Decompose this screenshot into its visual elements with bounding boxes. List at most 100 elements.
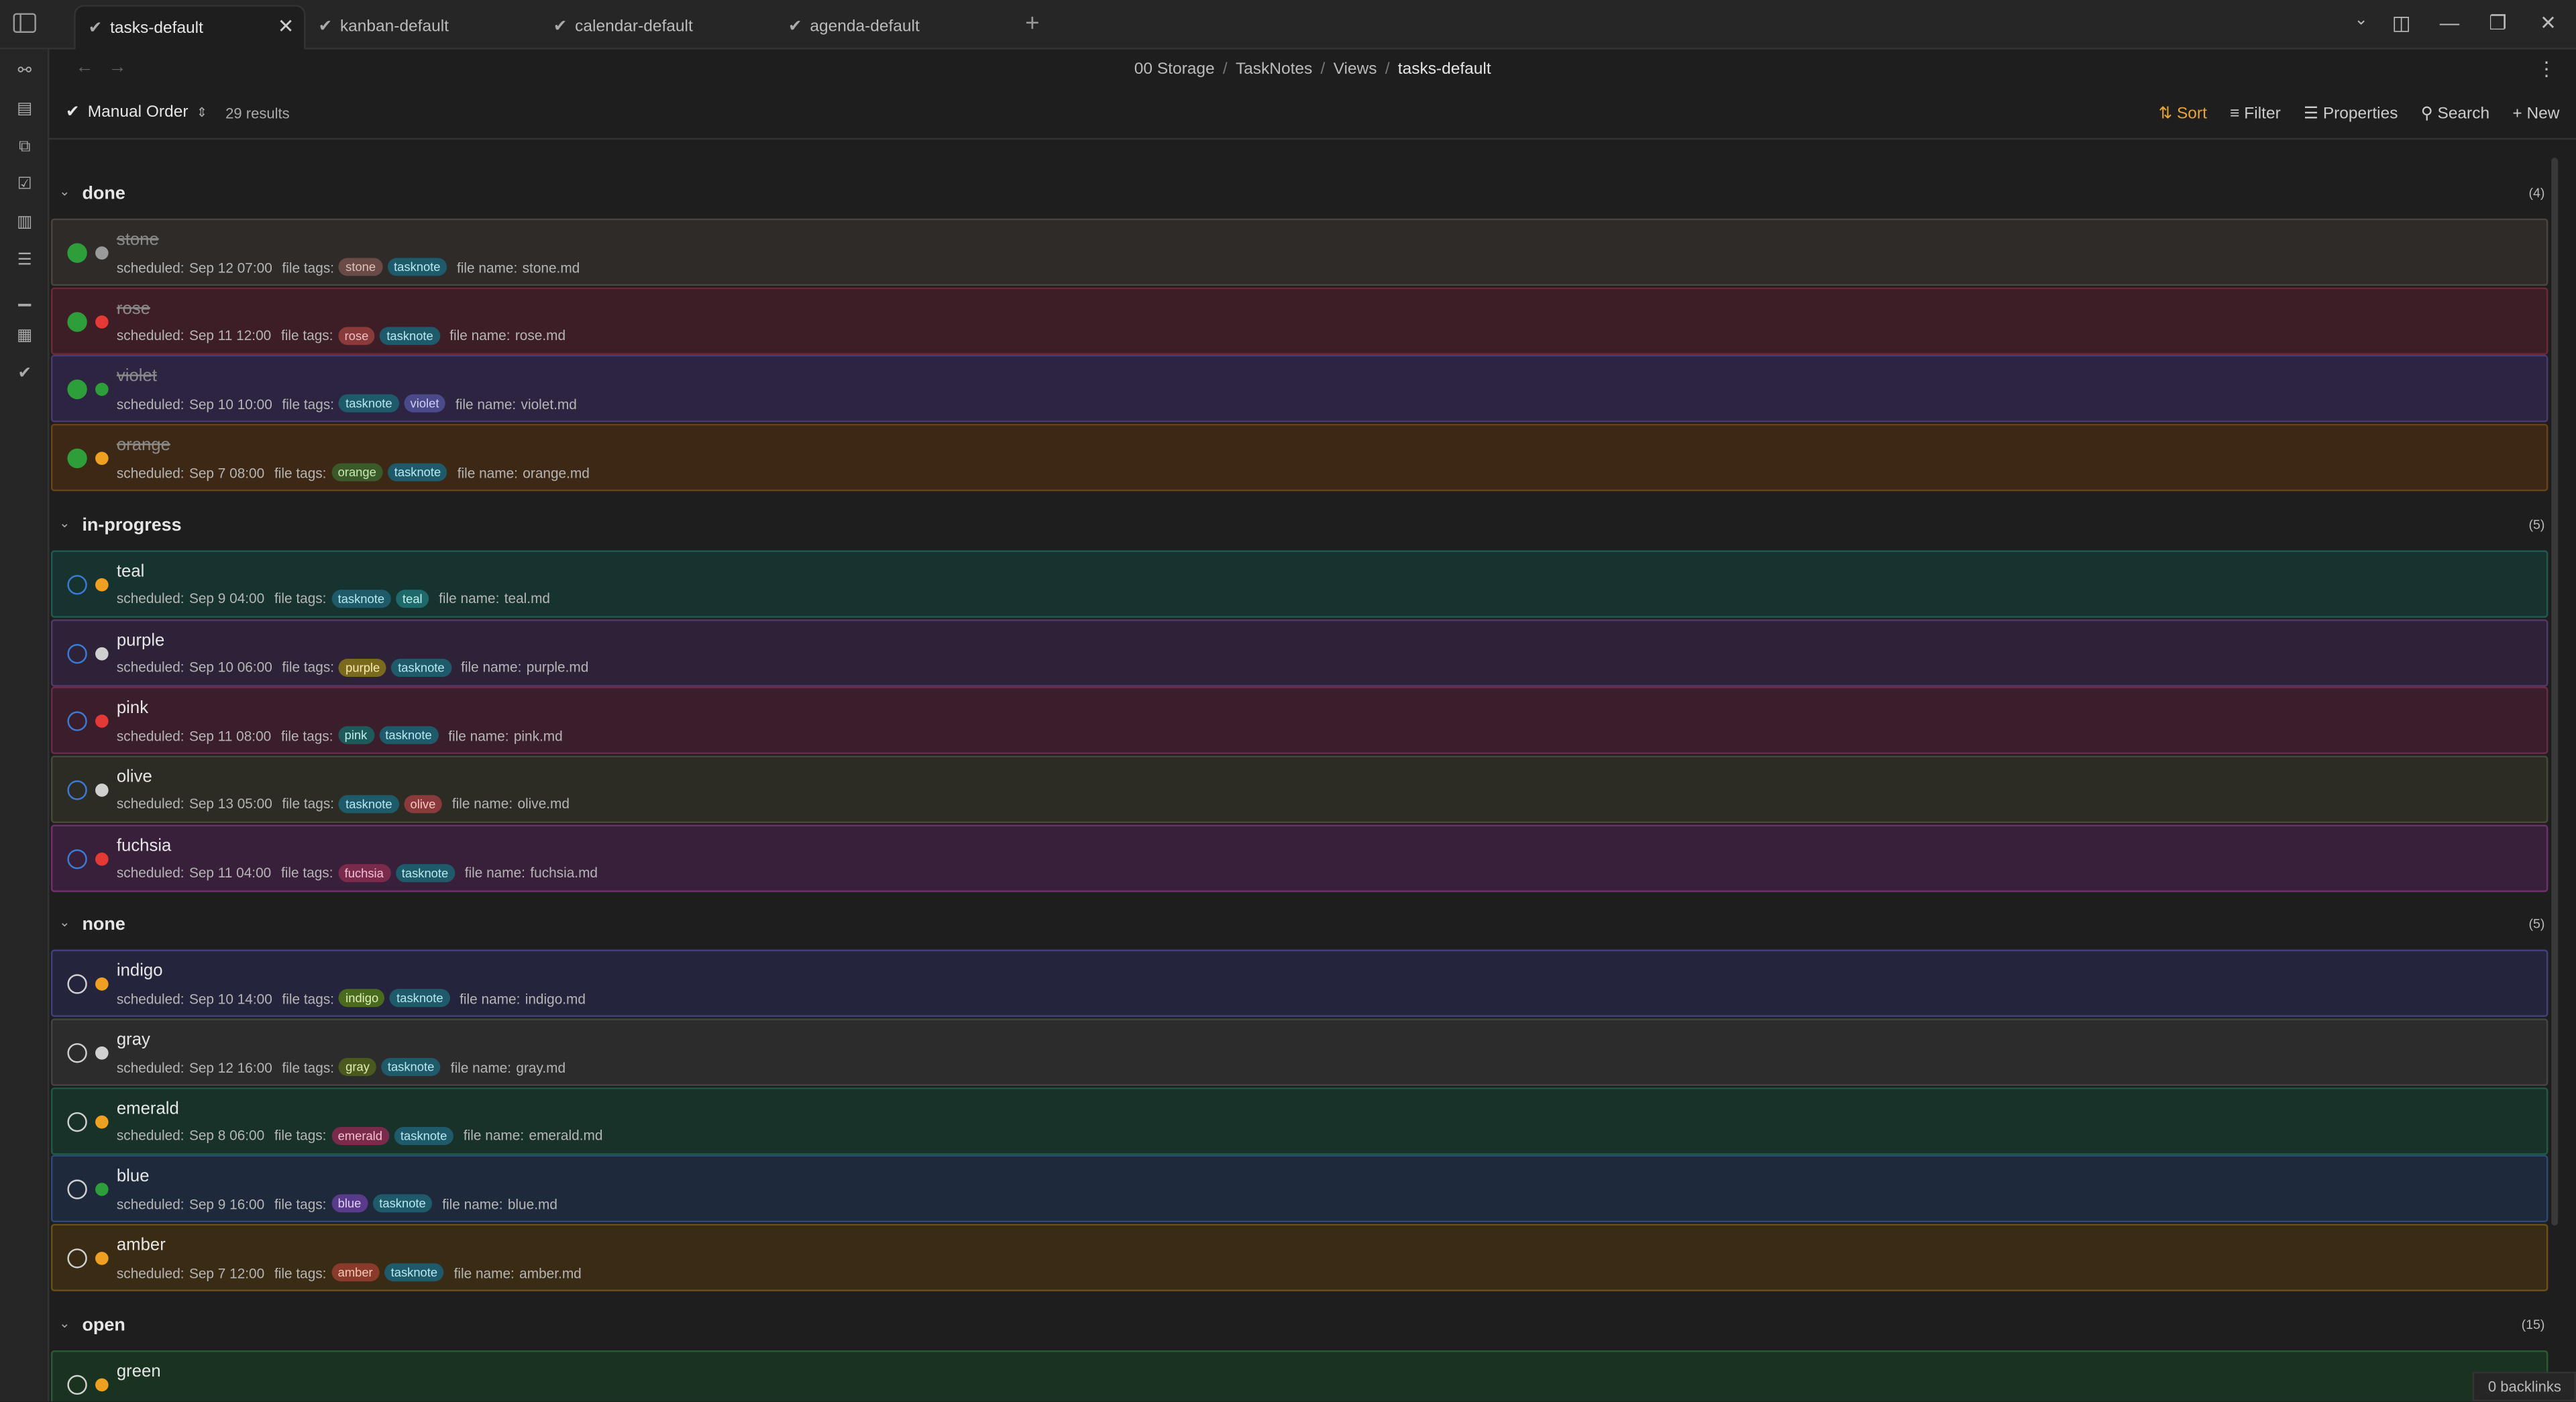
status-toggle[interactable] xyxy=(67,1248,87,1269)
tag-badge[interactable]: pink xyxy=(337,726,374,745)
tag-badge[interactable]: tasknote xyxy=(387,463,448,482)
tag-badge[interactable]: tasknote xyxy=(372,1195,433,1214)
tasknotes-icon[interactable]: ✔ xyxy=(15,365,34,384)
breadcrumb-item[interactable]: TaskNotes xyxy=(1236,61,1312,79)
tag-badge[interactable]: amber xyxy=(331,1263,380,1282)
priority-dot[interactable] xyxy=(95,246,109,260)
properties-button[interactable]: ☰ Properties xyxy=(2304,105,2398,123)
tag-badge[interactable]: violet xyxy=(403,394,446,413)
status-toggle[interactable] xyxy=(67,779,87,800)
close-window-icon[interactable]: ✕ xyxy=(2540,11,2557,34)
tag-badge[interactable]: tasknote xyxy=(390,989,450,1008)
task-title[interactable]: pink xyxy=(117,698,148,718)
task-card[interactable]: teal scheduled: Sep 9 04:00 file tags: taskn… xyxy=(50,549,2548,618)
scheduled-value[interactable]: Sep 7 08:00 xyxy=(189,464,264,480)
priority-dot[interactable] xyxy=(95,646,109,660)
tag-badge[interactable]: stone xyxy=(339,258,382,276)
tag-badge[interactable]: purple xyxy=(339,657,387,676)
priority-dot[interactable] xyxy=(95,1046,109,1060)
chevron-down-icon[interactable]: ⌄ xyxy=(59,184,70,199)
task-card[interactable]: purple scheduled: Sep 10 06:00 file tags: pu… xyxy=(50,618,2548,686)
task-card[interactable]: violet scheduled: Sep 10 10:00 file tags: ta… xyxy=(50,355,2548,423)
task-card[interactable]: pink scheduled: Sep 11 08:00 file tags: pink… xyxy=(50,687,2548,755)
task-title[interactable]: fuchsia xyxy=(117,836,172,855)
task-title[interactable]: violet xyxy=(117,367,157,386)
task-title[interactable]: stone xyxy=(117,230,159,250)
tab-tasks-default[interactable]: ✔ tasks-default ✕ xyxy=(74,5,306,50)
close-icon[interactable]: ✕ xyxy=(278,15,294,38)
sidebar-right-icon[interactable]: ◫ xyxy=(2392,11,2411,34)
chevron-down-icon[interactable]: ⌄ xyxy=(2354,11,2368,30)
status-toggle[interactable] xyxy=(67,380,87,400)
status-toggle[interactable] xyxy=(67,311,87,331)
chevron-down-icon[interactable]: ⌄ xyxy=(59,515,70,530)
sidebar-toggle-icon[interactable] xyxy=(13,13,36,33)
restore-icon[interactable]: ❐ xyxy=(2489,11,2506,34)
new-tab-icon[interactable]: + xyxy=(1025,10,1039,38)
status-toggle[interactable] xyxy=(67,243,87,263)
tag-badge[interactable]: olive xyxy=(403,795,443,813)
tag-badge[interactable]: tasknote xyxy=(339,795,399,813)
kanban-icon[interactable]: ▥ xyxy=(15,213,34,233)
calendar-icon[interactable]: ▦ xyxy=(15,327,34,346)
task-title[interactable]: rose xyxy=(117,299,150,318)
copy-icon[interactable]: ⧉ xyxy=(15,138,34,158)
scheduled-value[interactable]: Sep 11 08:00 xyxy=(189,727,271,743)
breadcrumb-item[interactable]: 00 Storage xyxy=(1134,61,1215,79)
status-toggle[interactable] xyxy=(67,974,87,995)
status-toggle[interactable] xyxy=(67,448,87,469)
task-card[interactable]: emerald scheduled: Sep 8 06:00 file tags: em… xyxy=(50,1087,2548,1154)
group-header[interactable]: ⌄ done (4) xyxy=(49,180,2555,213)
chevron-down-icon[interactable]: ⌄ xyxy=(59,916,70,930)
tag-badge[interactable]: emerald xyxy=(331,1126,389,1145)
task-title[interactable]: green xyxy=(117,1362,161,1381)
group-header[interactable]: ⌄ open (15) xyxy=(49,1312,2555,1345)
priority-dot[interactable] xyxy=(95,578,109,592)
task-card[interactable]: amber scheduled: Sep 7 12:00 file tags: ambe… xyxy=(50,1224,2548,1292)
tag-badge[interactable]: orange xyxy=(331,463,383,482)
chart-icon[interactable]: ▁ xyxy=(15,289,34,309)
scheduled-value[interactable]: Sep 12 07:00 xyxy=(189,259,272,275)
priority-dot[interactable] xyxy=(95,383,109,397)
priority-dot[interactable] xyxy=(95,451,109,466)
tag-badge[interactable]: indigo xyxy=(339,989,386,1008)
new-note-icon[interactable]: ▤ xyxy=(15,100,34,119)
scrollbar[interactable] xyxy=(2551,158,2559,1226)
status-toggle[interactable] xyxy=(67,643,87,663)
priority-dot[interactable] xyxy=(95,1115,109,1128)
scheduled-value[interactable]: Sep 10 06:00 xyxy=(189,659,272,675)
scheduled-value[interactable]: Sep 11 04:00 xyxy=(189,864,271,880)
priority-dot[interactable] xyxy=(95,977,109,991)
scheduled-value[interactable]: Sep 12 16:00 xyxy=(189,1059,272,1075)
task-title[interactable]: amber xyxy=(117,1236,166,1255)
task-title[interactable]: teal xyxy=(117,561,144,581)
scheduled-value[interactable]: Sep 7 12:00 xyxy=(189,1264,264,1281)
group-header[interactable]: ⌄ in-progress (5) xyxy=(49,513,2555,545)
tag-badge[interactable]: tasknote xyxy=(381,1058,441,1077)
graph-icon[interactable]: ⚯ xyxy=(15,62,34,82)
search-button[interactable]: ⚲ Search xyxy=(2421,105,2489,123)
status-toggle[interactable] xyxy=(67,1180,87,1200)
tag-badge[interactable]: fuchsia xyxy=(337,863,390,882)
tag-badge[interactable]: tasknote xyxy=(331,589,391,608)
scheduled-value[interactable]: Sep 11 12:00 xyxy=(189,327,271,343)
task-title[interactable]: blue xyxy=(117,1167,150,1187)
task-card[interactable]: green xyxy=(50,1350,2548,1401)
task-card[interactable]: orange scheduled: Sep 7 08:00 file tags: ora… xyxy=(50,424,2548,492)
scheduled-value[interactable]: Sep 10 10:00 xyxy=(189,396,272,412)
sort-button[interactable]: ⇅ Sort xyxy=(2159,105,2207,123)
status-toggle[interactable] xyxy=(67,1374,87,1395)
task-card[interactable]: fuchsia scheduled: Sep 11 04:00 file tags: f… xyxy=(50,824,2548,892)
tab-kanban-default[interactable]: ✔ kanban-default xyxy=(315,5,537,49)
more-options-icon[interactable]: ⋮ xyxy=(2536,58,2556,80)
tag-badge[interactable]: tasknote xyxy=(394,863,455,882)
tag-badge[interactable]: tasknote xyxy=(391,657,451,676)
priority-dot[interactable] xyxy=(95,852,109,865)
new-button[interactable]: + New xyxy=(2512,105,2559,123)
scheduled-value[interactable]: Sep 10 14:00 xyxy=(189,990,272,1006)
task-title[interactable]: purple xyxy=(117,630,165,649)
task-title[interactable]: orange xyxy=(117,435,170,455)
task-card[interactable]: gray scheduled: Sep 12 16:00 file tags: gray… xyxy=(50,1018,2548,1086)
priority-dot[interactable] xyxy=(95,1183,109,1197)
tag-badge[interactable]: tasknote xyxy=(378,726,439,745)
